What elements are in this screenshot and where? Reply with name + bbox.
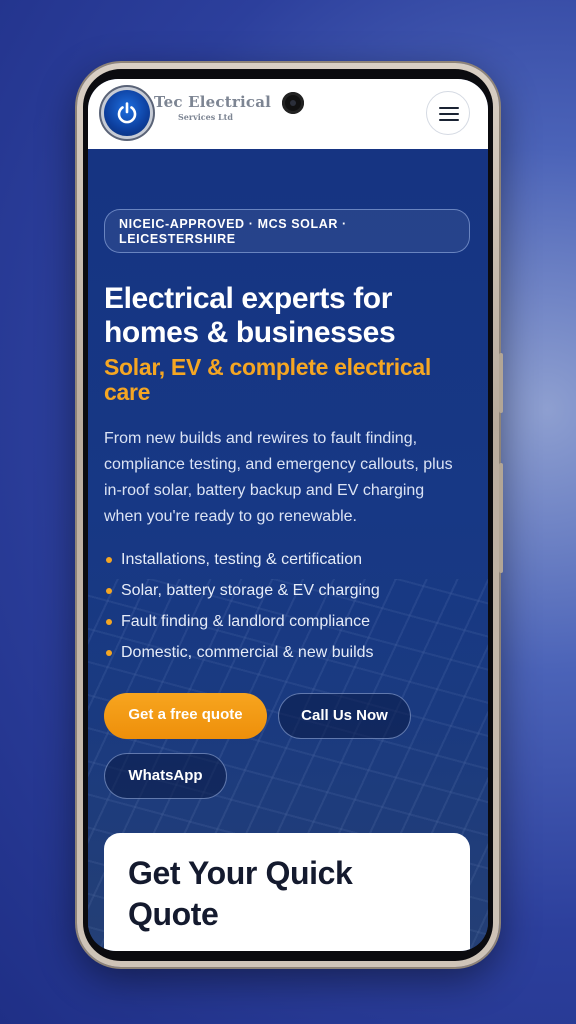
hero-subheading: Solar, EV & complete electrical care	[104, 354, 431, 405]
whatsapp-button[interactable]: WhatsApp	[104, 753, 227, 799]
hamburger-menu-icon[interactable]	[426, 91, 470, 135]
brand-tagline: Services Ltd	[178, 112, 233, 122]
volume-button	[499, 353, 503, 413]
power-button	[499, 463, 503, 573]
service-item: Domestic, commercial & new builds	[104, 642, 474, 673]
service-item: Installations, testing & certification	[104, 549, 474, 580]
phone-frame: Tec Electrical Services Ltd NICEIC-APPRO…	[77, 63, 503, 967]
free-quote-button[interactable]: Get a free quote	[104, 693, 267, 739]
service-item: Fault finding & landlord compliance	[104, 611, 474, 642]
hero-heading: Electrical experts for homes & businesse…	[104, 282, 396, 349]
quote-form-card: Get Your Quick Quote	[104, 833, 470, 951]
call-us-button[interactable]: Call Us Now	[278, 693, 411, 739]
brand-name: Tec Electrical	[154, 93, 272, 111]
phone-screen: Tec Electrical Services Ltd NICEIC-APPRO…	[88, 79, 488, 951]
hero-intro: From new builds and rewires to fault fin…	[104, 430, 453, 525]
quote-form-title: Get Your Quick Quote	[128, 855, 353, 932]
phone-bezel: Tec Electrical Services Ltd NICEIC-APPRO…	[83, 69, 493, 961]
accreditation-badge: NICEIC-APPROVED · MCS SOLAR · LEICESTERS…	[104, 209, 470, 253]
site-header: Tec Electrical Services Ltd	[88, 79, 488, 149]
power-icon	[104, 90, 150, 136]
front-camera	[282, 92, 304, 114]
service-list: Installations, testing & certification S…	[104, 549, 474, 673]
service-item: Solar, battery storage & EV charging	[104, 580, 474, 611]
